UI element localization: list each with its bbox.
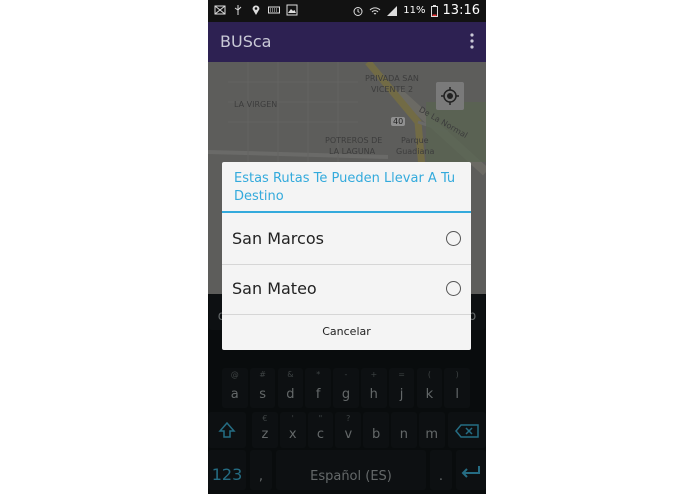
- status-bar: 11% 13:16: [208, 0, 486, 22]
- radio-button[interactable]: [446, 231, 461, 246]
- keyboard-icon: [268, 6, 280, 14]
- dialog-title: Estas Rutas Te Pueden Llevar A Tu Destin…: [234, 171, 456, 204]
- dialog-divider: [222, 211, 471, 213]
- radio-button[interactable]: [446, 281, 461, 296]
- phone-screen: 11% 13:16 BUSca PRIVADA SAN VICENTE 2 LA…: [208, 0, 486, 494]
- usb-icon: [234, 5, 242, 15]
- route-option-label: San Mateo: [232, 279, 317, 298]
- overflow-menu-icon[interactable]: [470, 32, 474, 50]
- route-option-san-mateo[interactable]: San Mateo: [222, 264, 471, 315]
- alarm-icon: [353, 6, 363, 16]
- mail-icon: [214, 5, 226, 15]
- image-icon: [286, 4, 298, 16]
- battery-percent: 11%: [403, 5, 426, 16]
- route-dialog: Estas Rutas Te Pueden Llevar A Tu Destin…: [222, 162, 471, 350]
- app-bar: BUSca: [208, 22, 486, 62]
- route-option-san-marcos[interactable]: San Marcos: [222, 214, 471, 265]
- battery-icon: [430, 4, 438, 17]
- wifi-icon: [369, 6, 381, 14]
- signal-icon: [387, 5, 398, 16]
- app-title: BUSca: [220, 32, 272, 51]
- route-option-label: San Marcos: [232, 229, 324, 248]
- location-icon: [252, 5, 260, 15]
- clock: 13:16: [442, 3, 480, 18]
- cancel-button[interactable]: Cancelar: [222, 314, 471, 350]
